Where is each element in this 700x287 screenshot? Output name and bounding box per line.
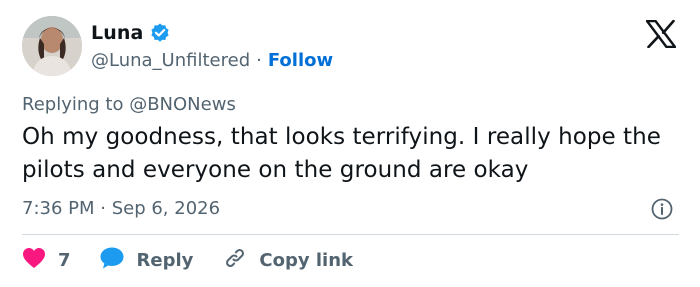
like-count: 7 bbox=[58, 249, 71, 271]
follow-button[interactable]: Follow bbox=[268, 50, 333, 71]
author-display-name[interactable]: Luna bbox=[91, 22, 143, 44]
heart-icon bbox=[22, 247, 46, 274]
author-name-row: Luna bbox=[91, 20, 171, 46]
tweet-card: Luna @Luna_Unfiltered · Follow Replying … bbox=[0, 0, 700, 287]
speech-bubble-icon bbox=[99, 246, 125, 275]
reply-label: Reply bbox=[136, 249, 194, 271]
copy-link-label: Copy link bbox=[259, 249, 353, 271]
tweet-text: Oh my goodness, that looks terrifying. I… bbox=[22, 124, 661, 183]
divider bbox=[22, 234, 679, 235]
avatar[interactable] bbox=[22, 16, 82, 76]
x-logo-icon[interactable] bbox=[645, 19, 677, 49]
like-button[interactable]: 7 bbox=[22, 247, 71, 274]
tweet-timestamp[interactable]: 7:36 PM · Sep 6, 2026 bbox=[22, 197, 220, 221]
action-bar: 7 Reply Copy link bbox=[22, 245, 353, 275]
info-icon[interactable] bbox=[650, 197, 674, 221]
author-handle[interactable]: @Luna_Unfiltered bbox=[91, 50, 250, 71]
verified-badge-icon bbox=[149, 22, 171, 44]
replying-to[interactable]: Replying to @BNONews bbox=[22, 93, 236, 117]
separator: · bbox=[256, 49, 262, 71]
author-handle-row: @Luna_Unfiltered · Follow bbox=[91, 48, 333, 72]
copy-link-button[interactable]: Copy link bbox=[223, 246, 353, 275]
reply-button[interactable]: Reply bbox=[99, 246, 194, 275]
link-icon bbox=[223, 246, 247, 275]
